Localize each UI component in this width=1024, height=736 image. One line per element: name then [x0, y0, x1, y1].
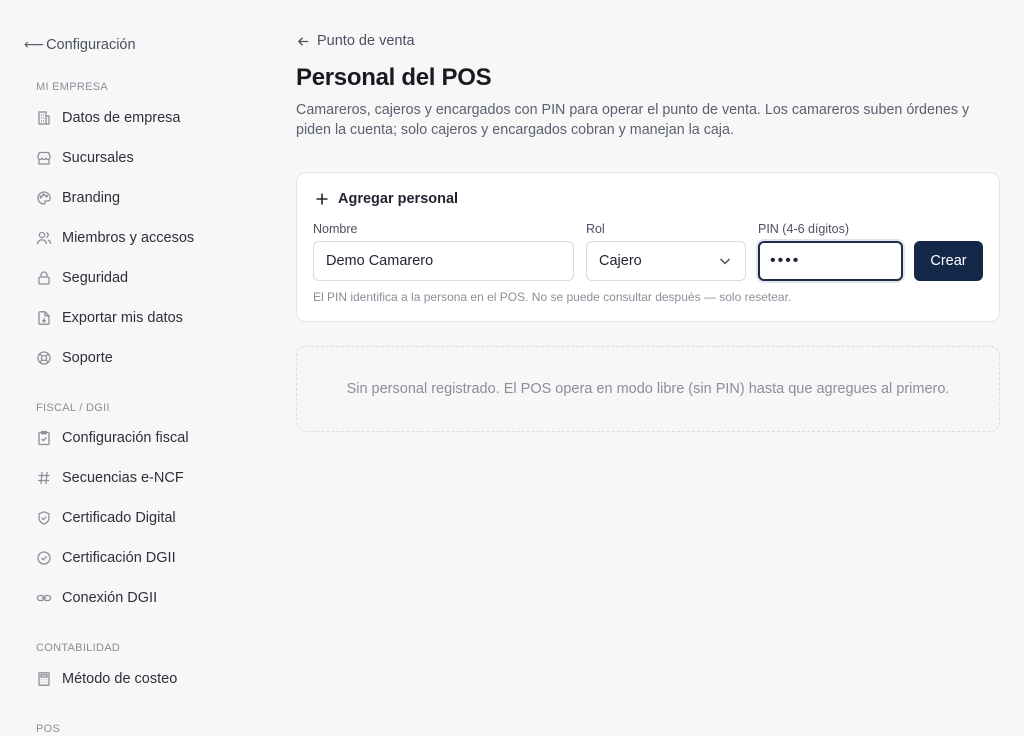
plus-icon [316, 193, 328, 205]
role-select-value: Cajero [599, 253, 642, 269]
page-title: Personal del POS [296, 64, 492, 91]
add-staff-heading-label: Agregar personal [338, 191, 459, 207]
sidebar-item-config-fiscal[interactable]: Configuración fiscal [36, 426, 189, 450]
sidebar-item-sucursales[interactable]: Sucursales [36, 146, 134, 170]
users-icon [36, 231, 52, 245]
empty-state: Sin personal registrado. El POS opera en… [296, 346, 1000, 432]
role-label: Rol [586, 222, 605, 236]
sidebar-item-label: Datos de empresa [62, 110, 181, 126]
sidebar-item-label: Soporte [62, 350, 113, 366]
section-contabilidad: CONTABILIDAD [36, 642, 121, 654]
link-icon [36, 594, 52, 602]
sidebar-item-soporte[interactable]: Soporte [36, 346, 113, 370]
arrow-left-icon: ⟵ [24, 36, 45, 52]
sidebar-item-label: Branding [62, 190, 121, 206]
sidebar-item-secuencias[interactable]: Secuencias e-NCF [36, 466, 184, 490]
settings-sidebar: ⟵ Configuración MI EMPRESA Datos de empr… [0, 0, 270, 736]
sidebar-item-datos-empresa[interactable]: Datos de empresa [36, 106, 180, 130]
pin-hint: El PIN identifica a la persona en el POS… [313, 290, 792, 304]
create-button[interactable]: Crear [914, 241, 983, 281]
sidebar-item-seguridad[interactable]: Seguridad [36, 266, 128, 290]
empty-state-message: Sin personal registrado. El POS opera en… [346, 381, 950, 397]
sidebar-item-label: Conexión DGII [62, 590, 158, 606]
breadcrumb-label: Punto de venta [317, 33, 415, 49]
pin-label: PIN (4-6 dígitos) [758, 222, 850, 236]
lock-icon [38, 271, 50, 285]
palette-icon [37, 191, 51, 205]
clipboard-check-icon [38, 430, 50, 446]
sidebar-item-label: Método de costeo [62, 671, 178, 687]
sidebar-item-miembros[interactable]: Miembros y accesos [36, 226, 194, 250]
badge-check-icon [37, 551, 51, 565]
sidebar-item-label: Configuración fiscal [62, 430, 189, 446]
sidebar-item-label: Certificación DGII [62, 550, 176, 566]
add-staff-heading: Agregar personal [315, 191, 458, 207]
role-select[interactable]: Cajero [586, 241, 746, 281]
hash-icon [38, 471, 50, 485]
back-config-label: Configuración [46, 36, 136, 53]
section-mi-empresa: MI EMPRESA [36, 81, 109, 93]
shield-check-icon [38, 511, 50, 525]
sidebar-item-conexion[interactable]: Conexión DGII [36, 586, 157, 610]
store-icon [37, 151, 51, 165]
sidebar-item-certificacion[interactable]: Certificación DGII [36, 546, 176, 570]
name-input[interactable]: Demo Camarero [313, 241, 574, 281]
page-description: Camareros, cajeros y encargados con PIN … [296, 102, 970, 138]
sidebar-item-label: Seguridad [62, 270, 129, 286]
breadcrumb-back-link[interactable]: Punto de venta [296, 33, 415, 49]
sidebar-item-metodo-costeo[interactable]: Método de costeo [36, 667, 177, 691]
chevron-down-icon [719, 258, 731, 265]
sidebar-item-label: Sucursales [62, 150, 134, 166]
section-fiscal: FISCAL / DGII [36, 402, 110, 414]
lifebuoy-icon [37, 351, 51, 365]
sidebar-item-label: Miembros y accesos [62, 230, 195, 246]
section-pos: POS [36, 723, 61, 735]
calculator-icon [38, 672, 50, 686]
sidebar-item-branding[interactable]: Branding [36, 186, 120, 210]
name-label: Nombre [313, 222, 358, 236]
arrow-left-icon [297, 36, 309, 46]
sidebar-item-certificado[interactable]: Certificado Digital [36, 506, 176, 530]
back-to-config-link[interactable]: ⟵ Configuración [24, 36, 136, 53]
sidebar-item-exportar[interactable]: Exportar mis datos [36, 306, 183, 330]
sidebar-item-label: Secuencias e-NCF [62, 470, 184, 486]
add-staff-card: Agregar personal Nombre Demo Camarero Ro… [296, 172, 1000, 322]
building-icon [38, 111, 50, 125]
sidebar-item-label: Certificado Digital [62, 510, 176, 526]
pin-input[interactable]: •••• [758, 241, 903, 281]
sidebar-item-label: Exportar mis datos [62, 310, 183, 326]
file-export-icon [38, 311, 50, 325]
